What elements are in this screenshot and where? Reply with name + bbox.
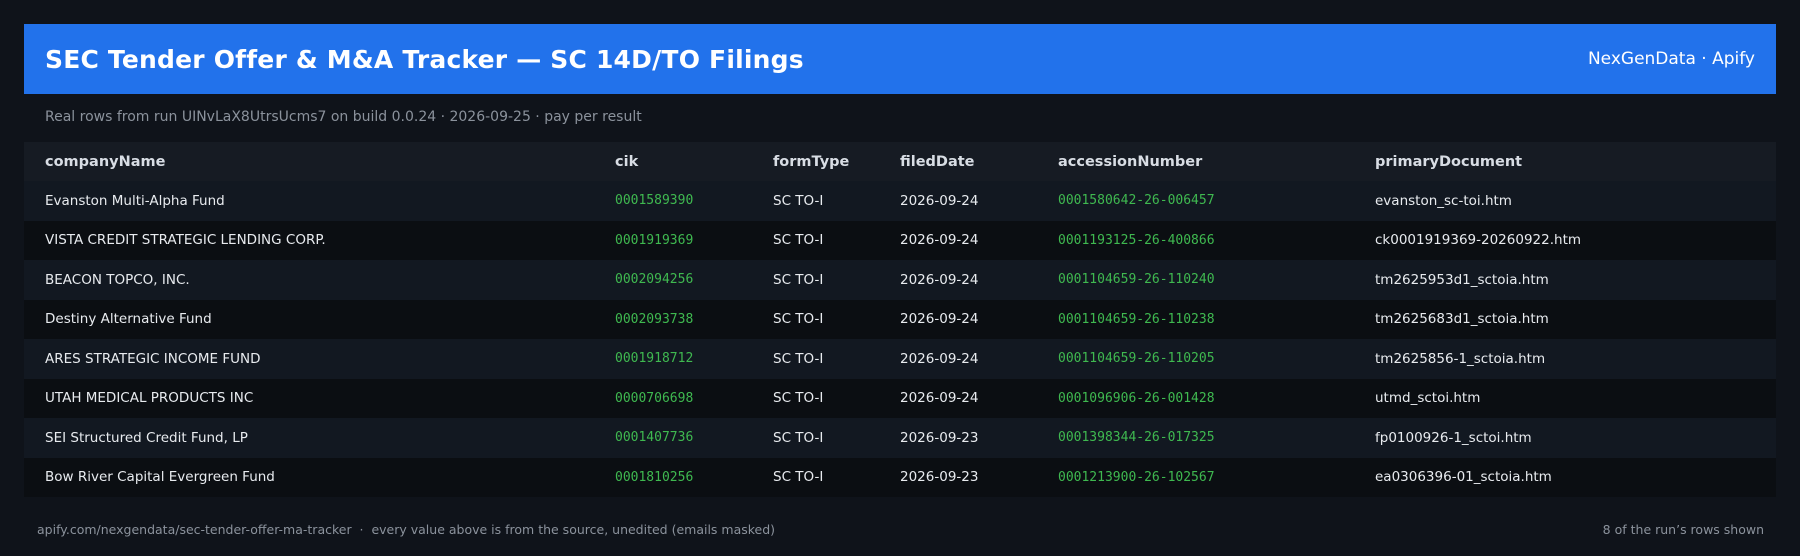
table-row: SEI Structured Credit Fund, LP 000140773… xyxy=(24,418,1776,458)
cell-form-type: SC TO-I xyxy=(752,378,879,418)
table-row: Evanston Multi-Alpha Fund 0001589390 SC … xyxy=(24,181,1776,221)
column-header-cik: cik xyxy=(594,142,752,181)
cell-accession-number: 0001193125-26-400866 xyxy=(1037,220,1354,260)
table-row: Bow River Capital Evergreen Fund 0001810… xyxy=(24,457,1776,497)
cell-filed-date: 2026-09-24 xyxy=(879,181,1037,221)
cell-company-name: ARES STRATEGIC INCOME FUND xyxy=(24,339,594,379)
cell-primary-document: ck0001919369-20260922.htm xyxy=(1354,220,1776,260)
cell-primary-document: fp0100926-1_sctoi.htm xyxy=(1354,418,1776,458)
cell-accession-number: 0001104659-26-110240 xyxy=(1037,260,1354,300)
cell-company-name: Evanston Multi-Alpha Fund xyxy=(24,181,594,221)
cell-primary-document: tm2625856-1_sctoia.htm xyxy=(1354,339,1776,379)
cell-filed-date: 2026-09-24 xyxy=(879,378,1037,418)
page-title: SEC Tender Offer & M&A Tracker — SC 14D/… xyxy=(45,44,804,74)
cell-form-type: SC TO-I xyxy=(752,260,879,300)
cell-cik: 0001919369 xyxy=(594,220,752,260)
cell-cik: 0002093738 xyxy=(594,299,752,339)
cell-cik: 0001589390 xyxy=(594,181,752,221)
table-row: ARES STRATEGIC INCOME FUND 0001918712 SC… xyxy=(24,339,1776,379)
cell-primary-document: utmd_sctoi.htm xyxy=(1354,378,1776,418)
footer-source-note: apify.com/nexgendata/sec-tender-offer-ma… xyxy=(37,522,776,537)
cell-form-type: SC TO-I xyxy=(752,299,879,339)
cell-primary-document: evanston_sc-toi.htm xyxy=(1354,181,1776,221)
cell-accession-number: 0001580642-26-006457 xyxy=(1037,181,1354,221)
column-header-fileddate: filedDate xyxy=(879,142,1037,181)
cell-form-type: SC TO-I xyxy=(752,181,879,221)
cell-accession-number: 0001104659-26-110205 xyxy=(1037,339,1354,379)
cell-filed-date: 2026-09-24 xyxy=(879,260,1037,300)
table-row: UTAH MEDICAL PRODUCTS INC 0000706698 SC … xyxy=(24,378,1776,418)
table-header-row: companyName cik formType filedDate acces… xyxy=(24,142,1776,181)
filings-table: companyName cik formType filedDate acces… xyxy=(24,142,1776,497)
cell-accession-number: 0001398344-26-017325 xyxy=(1037,418,1354,458)
cell-primary-document: tm2625683d1_sctoia.htm xyxy=(1354,299,1776,339)
cell-filed-date: 2026-09-23 xyxy=(879,418,1037,458)
table-row: Destiny Alternative Fund 0002093738 SC T… xyxy=(24,299,1776,339)
cell-form-type: SC TO-I xyxy=(752,339,879,379)
run-subtitle: Real rows from run UINvLaX8UtrsUcms7 on … xyxy=(45,109,642,125)
cell-accession-number: 0001096906-26-001428 xyxy=(1037,378,1354,418)
cell-form-type: SC TO-I xyxy=(752,457,879,497)
cell-primary-document: tm2625953d1_sctoia.htm xyxy=(1354,260,1776,300)
cell-filed-date: 2026-09-24 xyxy=(879,299,1037,339)
cell-accession-number: 0001213900-26-102567 xyxy=(1037,457,1354,497)
footer-row-count: 8 of the run’s rows shown xyxy=(1602,522,1764,537)
cell-filed-date: 2026-09-24 xyxy=(879,220,1037,260)
table-row: VISTA CREDIT STRATEGIC LENDING CORP. 000… xyxy=(24,220,1776,260)
column-header-accessionnumber: accessionNumber xyxy=(1037,142,1354,181)
table-row: BEACON TOPCO, INC. 0002094256 SC TO-I 20… xyxy=(24,260,1776,300)
cell-primary-document: ea0306396-01_sctoia.htm xyxy=(1354,457,1776,497)
cell-company-name: UTAH MEDICAL PRODUCTS INC xyxy=(24,378,594,418)
cell-cik: 0001810256 xyxy=(594,457,752,497)
cell-company-name: SEI Structured Credit Fund, LP xyxy=(24,418,594,458)
cell-cik: 0001407736 xyxy=(594,418,752,458)
cell-cik: 0002094256 xyxy=(594,260,752,300)
cell-form-type: SC TO-I xyxy=(752,220,879,260)
cell-filed-date: 2026-09-24 xyxy=(879,339,1037,379)
cell-form-type: SC TO-I xyxy=(752,418,879,458)
cell-accession-number: 0001104659-26-110238 xyxy=(1037,299,1354,339)
column-header-formtype: formType xyxy=(752,142,879,181)
cell-company-name: VISTA CREDIT STRATEGIC LENDING CORP. xyxy=(24,220,594,260)
brand-label: NexGenData · Apify xyxy=(1587,49,1755,69)
cell-company-name: Bow River Capital Evergreen Fund xyxy=(24,457,594,497)
header-bar: SEC Tender Offer & M&A Tracker — SC 14D/… xyxy=(24,24,1776,94)
cell-filed-date: 2026-09-23 xyxy=(879,457,1037,497)
cell-company-name: Destiny Alternative Fund xyxy=(24,299,594,339)
cell-company-name: BEACON TOPCO, INC. xyxy=(24,260,594,300)
cell-cik: 0001918712 xyxy=(594,339,752,379)
cell-cik: 0000706698 xyxy=(594,378,752,418)
column-header-primarydocument: primaryDocument xyxy=(1354,142,1776,181)
column-header-companyname: companyName xyxy=(24,142,594,181)
